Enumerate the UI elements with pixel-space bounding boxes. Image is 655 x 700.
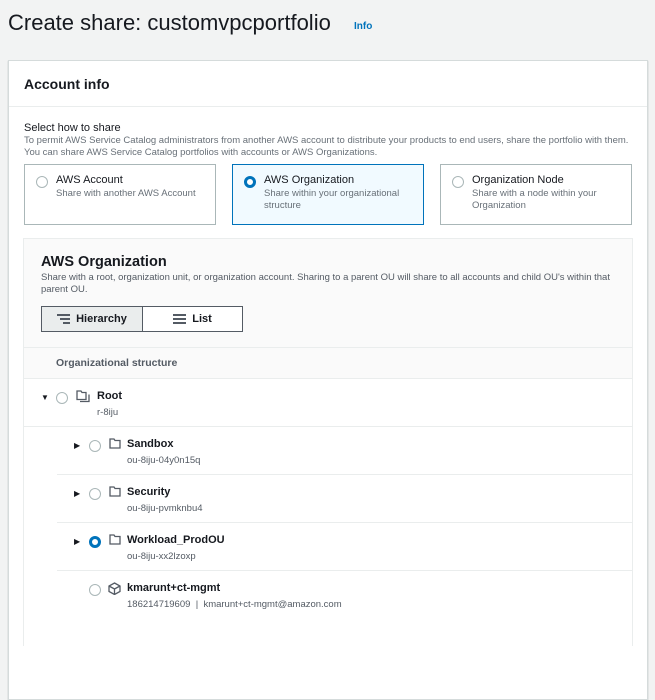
radio-ou-selected[interactable]	[89, 536, 101, 548]
radio-ou[interactable]	[89, 488, 101, 500]
option-organization-node[interactable]: Organization Node Share with a node with…	[440, 164, 632, 225]
radio-account[interactable]	[89, 584, 101, 596]
node-name: Root	[97, 390, 123, 402]
tree-node-ou[interactable]: ▶ Sandbox ou-8iju-04y0n15q	[57, 427, 632, 475]
column-header: Organizational structure	[24, 347, 632, 379]
option-description: Share with another AWS Account	[56, 188, 196, 199]
tree-node-ou[interactable]: ▶ Security ou-8iju-pvmknbu4	[57, 475, 632, 523]
node-name: Workload_ProdOU	[127, 534, 225, 546]
radio-organization-node[interactable]	[452, 176, 464, 188]
view-toggle: Hierarchy List	[41, 306, 243, 332]
caret-down-icon[interactable]: ▼	[41, 393, 49, 402]
node-id: ou-8iju-04y0n15q	[127, 455, 201, 466]
separator: |	[195, 599, 199, 610]
hierarchy-icon	[57, 314, 71, 324]
node-name: kmarunt+ct-mgmt	[127, 582, 221, 594]
node-name: Security	[127, 486, 171, 498]
info-link[interactable]: Info	[354, 21, 372, 32]
tree-node-account[interactable]: kmarunt+ct-mgmt 186214719609 | kmarunt+c…	[57, 571, 632, 619]
option-description: Share with a node within your Organizati…	[472, 188, 597, 211]
radio-root[interactable]	[56, 392, 68, 404]
root-icon	[76, 390, 90, 403]
hierarchy-button[interactable]: Hierarchy	[41, 306, 143, 332]
option-title: AWS Account	[56, 174, 123, 186]
folder-icon	[109, 534, 121, 545]
account-id: 186214719609	[127, 599, 191, 610]
node-id: r-8iju	[97, 407, 119, 418]
section-description: Share with a root, organization unit, or…	[41, 272, 610, 295]
select-description: To permit AWS Service Catalog administra…	[24, 135, 629, 158]
caret-right-icon[interactable]: ▶	[74, 441, 80, 450]
hierarchy-label: Hierarchy	[76, 313, 127, 325]
caret-right-icon[interactable]: ▶	[74, 537, 80, 546]
aws-organization-section: AWS Organization Share with a root, orga…	[23, 238, 633, 646]
tree-node-ou[interactable]: ▶ Workload_ProdOU ou-8iju-xx2lzoxp	[57, 523, 632, 571]
account-info-panel: Account info Select how to share To perm…	[8, 60, 648, 700]
option-title: AWS Organization	[264, 174, 355, 186]
option-description: Share within your organizational structu…	[264, 188, 400, 211]
list-button[interactable]: List	[143, 306, 243, 332]
tree-node-root[interactable]: ▼ Root r-8iju	[24, 379, 632, 427]
radio-aws-organization[interactable]	[244, 176, 256, 188]
folder-icon	[109, 438, 121, 449]
node-id: ou-8iju-pvmknbu4	[127, 503, 203, 514]
section-title: AWS Organization	[41, 254, 167, 270]
radio-aws-account[interactable]	[36, 176, 48, 188]
node-name: Sandbox	[127, 438, 174, 450]
option-aws-organization[interactable]: AWS Organization Share within your organ…	[232, 164, 424, 225]
select-how-to-share-label: Select how to share	[24, 122, 121, 134]
folder-icon	[109, 486, 121, 497]
account-cube-icon	[108, 582, 121, 595]
radio-ou[interactable]	[89, 440, 101, 452]
organization-tree: ▼ Root r-8iju ▶ Sandbox ou-8iju-04y0n15q…	[24, 379, 632, 646]
list-icon	[173, 314, 187, 324]
node-details: 186214719609 | kmarunt+ct-mgmt@amazon.co…	[127, 599, 342, 610]
page-title: Create share: customvpcportfolio	[8, 10, 331, 35]
option-title: Organization Node	[472, 174, 564, 186]
list-label: List	[192, 313, 212, 325]
caret-right-icon[interactable]: ▶	[74, 489, 80, 498]
panel-title: Account info	[9, 61, 647, 107]
node-id: ou-8iju-xx2lzoxp	[127, 551, 196, 562]
option-aws-account[interactable]: AWS Account Share with another AWS Accou…	[24, 164, 216, 225]
account-email: kmarunt+ct-mgmt@amazon.com	[203, 599, 342, 610]
